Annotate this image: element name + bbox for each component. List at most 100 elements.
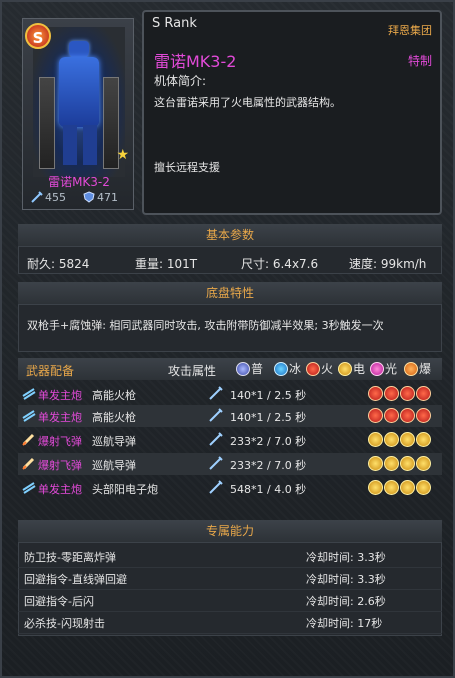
skill-name: 必杀技-闪现射击 xyxy=(24,617,105,630)
weapon-attr-orbs xyxy=(368,432,432,447)
shield-icon xyxy=(83,191,95,203)
weapon-type: 爆射飞弹 xyxy=(38,435,82,448)
skill-row[interactable]: 必杀技-闪现射击 冷却时间: 17秒 xyxy=(18,611,442,634)
skill-row[interactable]: 防卫技-零距离炸弹 冷却时间: 3.3秒 xyxy=(18,545,442,568)
intro-label: 机体简介: xyxy=(154,74,207,88)
sword-icon xyxy=(31,191,43,203)
weapon-name: 巡航导弹 xyxy=(92,435,136,448)
weapon-row[interactable]: 爆射飞弹 巡航导弹 233*2 / 7.0 秒 xyxy=(18,453,442,475)
missile-icon xyxy=(22,457,35,470)
chassis-traits: 双枪手+腐蚀弹: 相同武器同时攻击, 攻击附带防御减半效果; 3秒触发一次 xyxy=(18,304,442,352)
electric-orb-icon xyxy=(384,480,399,495)
weapon-row[interactable]: 单发主炮 高能火枪 140*1 / 2.5 秒 xyxy=(18,383,442,405)
skill-cooldown: 冷却时间: 2.6秒 xyxy=(306,595,386,608)
basic-params-header: 基本参数 xyxy=(18,224,442,247)
chassis-text: 双枪手+腐蚀弹: 相同武器同时攻击, 攻击附带防御减半效果; 3秒触发一次 xyxy=(27,319,384,332)
fire-orb-icon xyxy=(368,386,383,401)
fire-orb-icon xyxy=(384,408,399,423)
special-tag: 特制 xyxy=(407,54,432,68)
sword-icon xyxy=(209,456,223,470)
electric-orb-icon xyxy=(400,480,415,495)
legend-light: 光 xyxy=(370,360,397,377)
cannon-icon xyxy=(22,410,36,422)
fire-orb-icon xyxy=(400,408,415,423)
mech-body xyxy=(59,57,99,127)
weapon-type: 爆射飞弹 xyxy=(38,459,82,472)
weapon-row[interactable]: 爆射飞弹 巡航导弹 233*2 / 7.0 秒 xyxy=(18,429,442,451)
skill-row[interactable]: 回避指令-后闪 冷却时间: 2.6秒 xyxy=(18,589,442,612)
light-orb-icon xyxy=(370,362,384,376)
skill-row[interactable]: 回避指令-直线弹回避 冷却时间: 3.3秒 xyxy=(18,567,442,590)
skill-name: 回避指令-后闪 xyxy=(24,595,94,608)
weapon-row[interactable]: 单发主炮 头部阳电子炮 548*1 / 4.0 秒 xyxy=(18,477,442,499)
fire-orb-icon xyxy=(416,408,431,423)
defense-value: 471 xyxy=(97,191,118,204)
mech-portrait xyxy=(33,27,125,177)
skill-cooldown: 冷却时间: 17秒 xyxy=(306,617,383,630)
weapons-title: 武器配备 xyxy=(26,364,75,378)
electric-orb-icon xyxy=(368,456,383,471)
durability: 耐久: 5824 xyxy=(27,257,90,271)
normal-orb-icon xyxy=(236,362,250,376)
cannon-icon xyxy=(22,388,36,400)
weight: 重量: 101T xyxy=(135,257,198,271)
electric-orb-icon xyxy=(384,432,399,447)
fire-orb-icon xyxy=(400,386,415,401)
skill-name: 回避指令-直线弹回避 xyxy=(24,573,127,586)
weapon-name: 头部阳电子炮 xyxy=(92,483,158,496)
mech-name: 雷诺MK3-2 xyxy=(48,175,110,189)
attack-stat: 455 xyxy=(31,191,66,204)
legend-explosive: 爆 xyxy=(404,360,431,377)
weapon-attr-orbs xyxy=(368,408,432,423)
manufacturer: 拜恩集团 xyxy=(388,24,432,37)
weapon-type: 单发主炮 xyxy=(38,389,82,402)
missile-icon xyxy=(22,433,35,446)
weapon-damage: 140*1 / 2.5 秒 xyxy=(230,389,307,402)
weapon-damage: 140*1 / 2.5 秒 xyxy=(230,411,307,424)
mech-leg xyxy=(83,125,97,165)
electric-orb-icon xyxy=(416,432,431,447)
legend-normal: 普 xyxy=(236,360,263,377)
fire-orb-icon xyxy=(368,408,383,423)
electric-orb-icon xyxy=(368,432,383,447)
mech-card[interactable]: S ★ 雷诺MK3-2 455 471 xyxy=(22,18,134,210)
sword-icon xyxy=(209,480,223,494)
attack-attr-label: 攻击属性 xyxy=(168,364,217,378)
star-icon: ★ xyxy=(116,147,129,163)
electric-orb-icon xyxy=(416,480,431,495)
basic-params: 耐久: 5824 重量: 101T 尺寸: 6.4x7.6 速度: 99km/h xyxy=(18,246,442,274)
weapon-attr-orbs xyxy=(368,386,432,401)
weapon-type: 单发主炮 xyxy=(38,411,82,424)
weapon-name: 高能火枪 xyxy=(92,389,136,402)
weapon-name: 高能火枪 xyxy=(92,411,136,424)
sword-icon xyxy=(209,408,223,422)
chassis-header: 底盘特性 xyxy=(18,282,442,305)
electric-orb-icon xyxy=(384,456,399,471)
weapon-damage: 233*2 / 7.0 秒 xyxy=(230,435,307,448)
attack-value: 455 xyxy=(45,191,66,204)
mech-left-cannon xyxy=(39,77,55,169)
rank-label: S Rank xyxy=(152,16,197,31)
skill-name: 防卫技-零距离炸弹 xyxy=(24,551,116,564)
weapon-row[interactable]: 单发主炮 高能火枪 140*1 / 2.5 秒 xyxy=(18,405,442,427)
skill-cooldown: 冷却时间: 3.3秒 xyxy=(306,551,386,564)
weapons-header: 武器配备 攻击属性 普 冰 火 电 光 爆 xyxy=(18,358,442,380)
mech-leg xyxy=(63,125,77,165)
sword-icon xyxy=(209,386,223,400)
mech-info-panel: S Rank 拜恩集团 雷诺MK3-2 特制 机体简介: 这台雷诺采用了火电属性… xyxy=(142,10,442,215)
legend-electric: 电 xyxy=(338,360,365,377)
legend-ice: 冰 xyxy=(274,360,301,377)
weapon-type: 单发主炮 xyxy=(38,483,82,496)
weapon-attr-orbs xyxy=(368,456,432,471)
electric-orb-icon xyxy=(416,456,431,471)
ice-orb-icon xyxy=(274,362,288,376)
speed: 速度: 99km/h xyxy=(349,257,427,271)
specialty-text: 擅长远程支援 xyxy=(154,161,220,174)
defense-stat: 471 xyxy=(83,191,118,204)
explosive-orb-icon xyxy=(404,362,418,376)
weapon-damage: 548*1 / 4.0 秒 xyxy=(230,483,307,496)
electric-orb-icon xyxy=(400,456,415,471)
mech-title: 雷诺MK3-2 xyxy=(154,52,237,71)
weapon-damage: 233*2 / 7.0 秒 xyxy=(230,459,307,472)
electric-orb-icon xyxy=(338,362,352,376)
